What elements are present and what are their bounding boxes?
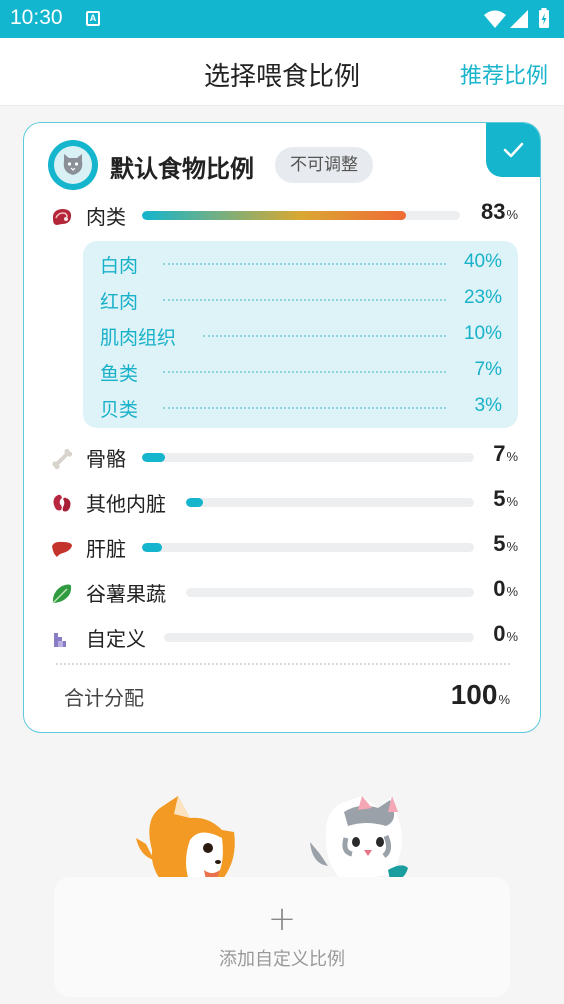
- status-time: 10:30: [10, 6, 63, 29]
- ratio-row-custom: 自定义 0%: [24, 621, 540, 655]
- add-custom-ratio-button[interactable]: + 添加自定义比例: [54, 877, 510, 997]
- signal-icon: [510, 10, 528, 28]
- plus-icon: +: [267, 899, 297, 939]
- cat-avatar: [48, 140, 98, 190]
- total-value: 100%: [450, 679, 510, 710]
- ratio-bar: [142, 543, 474, 552]
- breakdown-row: 肌肉组织 10%: [83, 321, 518, 351]
- breakdown-value: 7%: [474, 359, 502, 380]
- selected-indicator: [486, 123, 540, 177]
- ratio-row-vegetables: 谷薯果蔬 0%: [24, 576, 540, 610]
- ratio-bar: [142, 453, 474, 462]
- cats-illustration: [136, 796, 408, 886]
- ratio-bar-fill: [142, 453, 166, 462]
- ratio-label: 自定义: [86, 627, 146, 651]
- breakdown-row: 贝类 3%: [83, 393, 518, 423]
- cat-icon: [63, 154, 83, 175]
- dotted-leader: [163, 407, 446, 409]
- breakdown-row: 白肉 40%: [83, 249, 518, 279]
- meat-icon: [52, 209, 72, 225]
- ratio-value: 5%: [493, 486, 518, 511]
- breakdown-value: 40%: [463, 251, 502, 272]
- ratio-value: 0%: [493, 576, 518, 601]
- ratio-bar-fill: [186, 498, 204, 507]
- not-adjustable-badge: 不可调整: [275, 147, 373, 183]
- system-icons: [484, 8, 549, 28]
- ratio-value: 83%: [480, 199, 518, 224]
- ratio-label: 骨骼: [86, 447, 126, 471]
- liver-icon: [52, 541, 72, 557]
- breakdown-label: 白肉: [100, 255, 139, 277]
- gray-cat-icon: [310, 796, 408, 882]
- orange-cat-icon: [136, 796, 235, 886]
- ratio-row-bone: 骨骼 7%: [24, 441, 540, 475]
- ratio-bar: [142, 211, 460, 220]
- breakdown-row: 红肉 23%: [83, 285, 518, 315]
- vegetable-icon: [52, 584, 72, 604]
- app-bar: 选择喂食比例 推荐比例: [0, 38, 564, 106]
- breakdown-value: 3%: [474, 395, 502, 416]
- ratio-label: 肝脏: [86, 537, 126, 561]
- ratio-label: 肉类: [86, 205, 126, 229]
- ratio-bar-fill: [142, 211, 406, 220]
- dotted-leader: [163, 371, 446, 373]
- ratio-value: 7%: [493, 441, 518, 466]
- check-icon: [503, 142, 524, 158]
- breakdown-label: 肌肉组织: [100, 327, 177, 349]
- ratio-bar-fill: [142, 543, 162, 552]
- ratio-label: 其他内脏: [86, 492, 166, 516]
- ratio-value: 0%: [493, 621, 518, 646]
- add-custom-ratio-label: 添加自定义比例: [219, 949, 345, 970]
- status-bar: 10:30 A: [0, 0, 564, 38]
- card-title: 默认食物比例: [110, 155, 254, 183]
- ratio-bar: [164, 633, 474, 642]
- ratio-row-liver: 肝脏 5%: [24, 531, 540, 565]
- bone-icon: [52, 448, 73, 470]
- breakdown-label: 鱼类: [100, 363, 139, 385]
- custom-icon: [54, 633, 66, 647]
- ratio-row-other-organs: 其他内脏 5%: [24, 486, 540, 520]
- wifi-icon: [484, 10, 506, 28]
- ratio-value: 5%: [493, 531, 518, 556]
- default-ratio-card[interactable]: 默认食物比例 不可调整 肉类 83% 白肉 40% 红肉 23% 肌肉组织 10…: [23, 122, 541, 733]
- total-label: 合计分配: [64, 686, 144, 710]
- breakdown-row: 鱼类 7%: [83, 357, 518, 387]
- notification-icon: A: [86, 11, 100, 26]
- ratio-bar: [186, 588, 474, 597]
- dotted-leader: [163, 299, 446, 301]
- breakdown-label: 红肉: [100, 291, 139, 313]
- ratio-label: 谷薯果蔬: [86, 582, 166, 606]
- ratio-bar: [186, 498, 474, 507]
- dotted-leader: [203, 335, 446, 337]
- ratio-row-meat: 肉类 83%: [24, 199, 540, 233]
- breakdown-label: 贝类: [100, 399, 139, 421]
- kidney-icon: [53, 494, 71, 512]
- meat-breakdown-panel: 白肉 40% 红肉 23% 肌肉组织 10% 鱼类 7% 贝类 3%: [83, 241, 518, 428]
- divider: [56, 663, 510, 665]
- recommended-ratio-button[interactable]: 推荐比例: [460, 58, 548, 90]
- breakdown-value: 23%: [463, 287, 502, 308]
- breakdown-value: 10%: [463, 323, 502, 344]
- dotted-leader: [163, 263, 446, 265]
